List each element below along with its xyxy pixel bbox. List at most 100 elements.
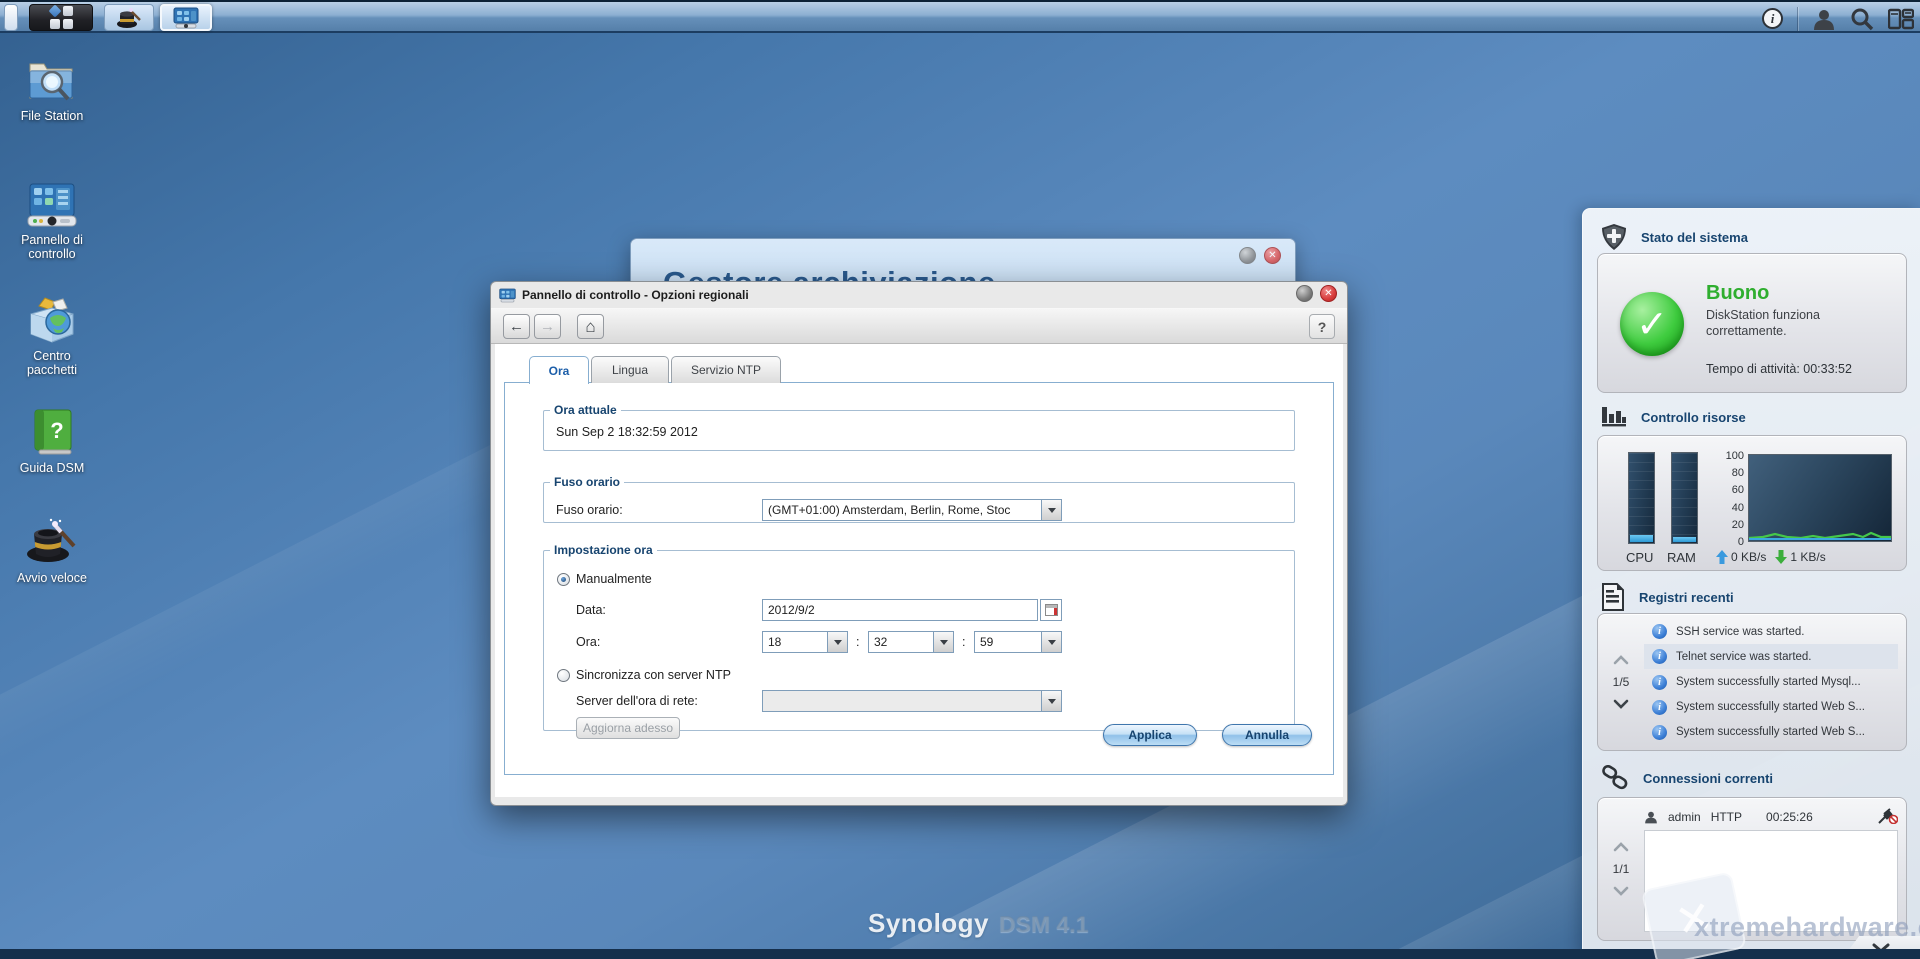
connection-user: admin bbox=[1668, 810, 1701, 824]
connections-page-indicator: 1/1 bbox=[1613, 862, 1630, 876]
logs-pager: 1/5 bbox=[1598, 614, 1644, 750]
log-row[interactable]: i SSH service was started. bbox=[1644, 619, 1898, 644]
chevron-down-icon bbox=[1041, 632, 1061, 652]
taskbar-separator bbox=[1797, 7, 1798, 31]
calendar-picker-button[interactable] bbox=[1040, 599, 1062, 621]
ntp-radio-label[interactable]: Sincronizza con server NTP bbox=[576, 668, 731, 682]
connection-row[interactable]: admin HTTP 00:25:26 bbox=[1644, 804, 1898, 830]
time-label: Ora: bbox=[576, 635, 600, 649]
close-icon[interactable]: ✕ bbox=[1320, 285, 1337, 302]
user-icon[interactable] bbox=[1812, 7, 1836, 31]
taskbar: i bbox=[0, 0, 1920, 33]
minute-select[interactable]: 32 bbox=[868, 631, 954, 653]
current-time-legend: Ora attuale bbox=[550, 403, 621, 417]
control-panel-icon bbox=[8, 182, 96, 228]
desktop-icon-file-station[interactable]: File Station bbox=[8, 56, 96, 123]
log-row[interactable]: i System successfully started Web S... bbox=[1644, 720, 1898, 745]
status-message: DiskStation funziona correttamente. bbox=[1706, 308, 1886, 339]
desktop-icon-package-center[interactable]: Centro pacchetti bbox=[8, 296, 96, 378]
close-icon[interactable]: ✕ bbox=[1264, 247, 1281, 264]
chain-link-icon bbox=[1601, 765, 1629, 791]
ntp-server-select[interactable] bbox=[762, 690, 1062, 712]
connection-duration: 00:25:26 bbox=[1766, 810, 1813, 824]
control-panel-icon bbox=[173, 7, 199, 29]
timezone-label: Fuso orario: bbox=[556, 503, 623, 517]
minimize-button[interactable] bbox=[1239, 247, 1256, 264]
dsm-version: DSM 4.1 bbox=[999, 911, 1088, 938]
timezone-legend: Fuso orario bbox=[550, 475, 624, 489]
recent-logs-box: 1/5 i SSH service was started. i Telnet … bbox=[1597, 613, 1907, 751]
user-icon bbox=[1644, 810, 1658, 824]
connection-protocol: HTTP bbox=[1711, 810, 1742, 824]
log-row[interactable]: i System successfully started Mysql... bbox=[1644, 669, 1898, 694]
pilot-view-icon[interactable] bbox=[1888, 8, 1914, 30]
time-separator: : bbox=[856, 635, 859, 649]
apply-button[interactable]: Applica bbox=[1103, 724, 1197, 746]
ntp-radio[interactable] bbox=[557, 669, 570, 682]
info-icon[interactable]: i bbox=[1762, 8, 1783, 29]
desktop-icon-label: Guida DSM bbox=[8, 461, 96, 475]
shield-icon bbox=[1601, 223, 1627, 251]
hour-select[interactable]: 18 bbox=[762, 631, 848, 653]
desktop-icon-control-panel[interactable]: Pannello di controllo bbox=[8, 182, 96, 262]
dialog-toolbar: ← → ⌂ ? bbox=[491, 308, 1347, 344]
cpu-gauge bbox=[1628, 452, 1655, 544]
log-row[interactable]: i System successfully started Web S... bbox=[1644, 695, 1898, 720]
dsm-branding: Synology DSM 4.1 bbox=[868, 908, 1089, 939]
magic-hat-icon bbox=[8, 516, 96, 566]
quick-start-taskbar-button[interactable] bbox=[104, 4, 154, 31]
back-button[interactable]: ← bbox=[503, 314, 530, 339]
control-panel-icon bbox=[499, 288, 516, 303]
time-separator: : bbox=[962, 635, 965, 649]
synology-logo: Synology bbox=[868, 908, 989, 939]
info-icon: i bbox=[1652, 725, 1667, 740]
search-icon[interactable] bbox=[1850, 7, 1874, 31]
show-desktop-button[interactable] bbox=[4, 4, 18, 31]
disconnect-icon[interactable] bbox=[1878, 808, 1898, 827]
manual-radio[interactable] bbox=[557, 573, 570, 586]
forward-button[interactable]: → bbox=[534, 314, 561, 339]
log-row[interactable]: i Telnet service was started. bbox=[1644, 644, 1898, 669]
desktop-icon-label: File Station bbox=[8, 109, 96, 123]
dialog-title: Pannello di controllo - Opzioni regional… bbox=[522, 288, 749, 302]
page-up-icon[interactable] bbox=[1613, 655, 1629, 665]
chevron-down-icon bbox=[827, 632, 847, 652]
desktop-icon-label: Pannello di controllo bbox=[8, 233, 96, 262]
cancel-button[interactable]: Annulla bbox=[1222, 724, 1312, 746]
page-up-icon[interactable] bbox=[1613, 842, 1629, 852]
uptime-text: Tempo di attività: 00:33:52 bbox=[1706, 362, 1852, 376]
chevron-down-icon bbox=[1041, 500, 1061, 520]
widget-sidebar: Stato del sistema ✓ Buono DiskStation fu… bbox=[1582, 208, 1920, 959]
status-text: Buono bbox=[1706, 282, 1769, 305]
page-down-icon[interactable] bbox=[1613, 699, 1629, 709]
resource-monitor-header: Controllo risorse bbox=[1601, 405, 1746, 429]
desktop-icon-dsm-help[interactable]: ? Guida DSM bbox=[8, 408, 96, 475]
system-status-header: Stato del sistema bbox=[1601, 223, 1748, 251]
chevron-down-icon bbox=[1041, 691, 1061, 711]
connections-pager: 1/1 bbox=[1598, 798, 1644, 940]
tab-servizio-ntp[interactable]: Servizio NTP bbox=[671, 356, 781, 383]
control-panel-dialog: Pannello di controllo - Opzioni regional… bbox=[490, 281, 1348, 806]
tab-ora[interactable]: Ora bbox=[529, 356, 589, 384]
minimize-button[interactable] bbox=[1296, 285, 1313, 302]
desktop-icon-quick-start[interactable]: Avvio veloce bbox=[8, 516, 96, 585]
dsm-help-icon: ? bbox=[8, 408, 96, 456]
taskbar-right-icons: i bbox=[1762, 2, 1914, 35]
manual-radio-label[interactable]: Manualmente bbox=[576, 572, 652, 586]
date-input[interactable] bbox=[762, 599, 1038, 621]
svg-text:?: ? bbox=[50, 418, 63, 443]
tab-lingua[interactable]: Lingua bbox=[591, 356, 669, 383]
home-button[interactable]: ⌂ bbox=[577, 314, 604, 339]
dialog-titlebar[interactable]: Pannello di controllo - Opzioni regional… bbox=[491, 282, 1347, 308]
dialog-content: Ora Lingua Servizio NTP Ora attuale Sun … bbox=[495, 344, 1343, 797]
date-label: Data: bbox=[576, 603, 606, 617]
page-down-icon[interactable] bbox=[1613, 886, 1629, 896]
second-select[interactable]: 59 bbox=[974, 631, 1062, 653]
main-menu-button[interactable] bbox=[29, 4, 93, 31]
network-graph bbox=[1748, 454, 1892, 542]
help-button[interactable]: ? bbox=[1309, 314, 1335, 339]
control-panel-task-button[interactable] bbox=[160, 4, 212, 31]
current-time-fieldset: Ora attuale Sun Sep 2 18:32:59 2012 bbox=[543, 403, 1295, 451]
timezone-select[interactable]: (GMT+01:00) Amsterdam, Berlin, Rome, Sto… bbox=[762, 499, 1062, 521]
update-now-button[interactable]: Aggiorna adesso bbox=[576, 717, 680, 739]
